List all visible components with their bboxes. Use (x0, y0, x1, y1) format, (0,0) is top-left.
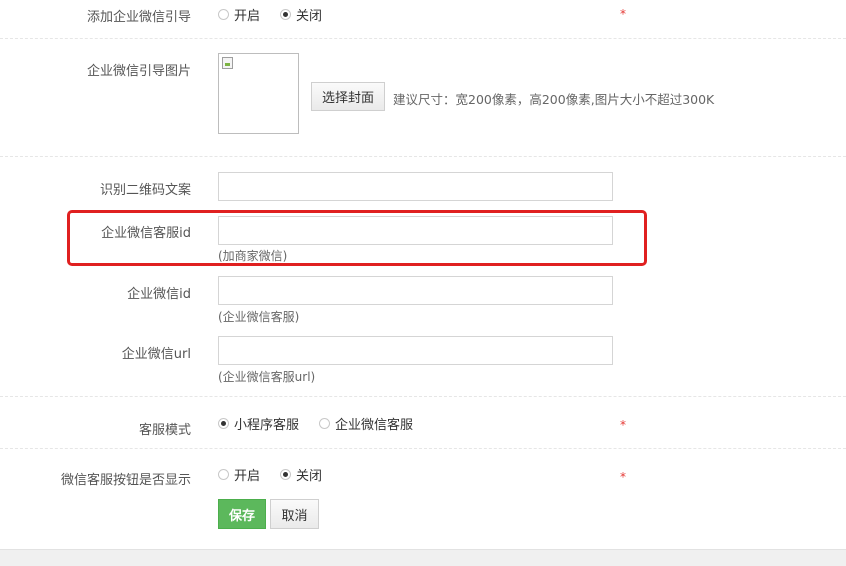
add-guide-radio-group: 开启 关闭 (218, 5, 342, 24)
wechat-url-label: 企业微信url (121, 347, 191, 362)
highlight-frame (67, 210, 647, 266)
show-button-off-radio[interactable] (280, 469, 292, 480)
save-button[interactable]: 保存 (218, 499, 266, 529)
qr-text-input[interactable] (218, 172, 613, 201)
show-button-on-radio[interactable] (218, 469, 229, 480)
guide-image-preview[interactable] (218, 53, 299, 134)
choose-cover-button[interactable]: 选择封面 (311, 82, 385, 111)
divider (0, 396, 846, 397)
wechat-id-input[interactable] (218, 276, 613, 305)
divider (0, 448, 846, 449)
service-mode-label: 客服模式 (138, 423, 191, 438)
enterprise-wechat-service-label[interactable]: 企业微信客服 (335, 414, 413, 433)
show-button-radio-group: 开启 关闭 (218, 465, 342, 484)
cancel-button[interactable]: 取消 (270, 499, 319, 529)
guide-image-size-hint: 建议尺寸：宽200像素，高200像素,图片大小不超过300K (393, 92, 715, 107)
show-button-on-label[interactable]: 开启 (234, 465, 260, 484)
service-mode-radio-group: 小程序客服 企业微信客服 (218, 414, 433, 433)
wechat-url-hint: (企业微信客服url) (218, 370, 316, 384)
divider (0, 38, 846, 39)
mini-program-service-radio[interactable] (218, 418, 229, 429)
broken-image-icon (222, 57, 233, 69)
add-guide-off-radio[interactable] (280, 9, 292, 20)
mini-program-service-label[interactable]: 小程序客服 (234, 414, 299, 433)
show-button-label: 微信客服按钮是否显示 (60, 473, 191, 488)
divider (0, 156, 846, 157)
add-guide-label: 添加企业微信引导 (86, 10, 191, 25)
enterprise-wechat-service-radio[interactable] (319, 418, 331, 429)
wechat-id-label: 企业微信id (127, 287, 191, 302)
wechat-id-hint: (企业微信客服) (218, 310, 300, 324)
show-button-required-mark: * (620, 470, 626, 484)
service-mode-required-mark: * (620, 418, 626, 432)
add-guide-on-radio[interactable] (218, 9, 229, 20)
show-button-off-label[interactable]: 关闭 (296, 465, 322, 484)
wechat-url-input[interactable] (218, 336, 613, 365)
add-guide-off-label[interactable]: 关闭 (296, 5, 322, 24)
guide-image-label: 企业微信引导图片 (86, 64, 191, 79)
add-guide-on-label[interactable]: 开启 (234, 5, 260, 24)
add-guide-required-mark: * (620, 7, 626, 21)
qr-text-label: 识别二维码文案 (99, 183, 191, 198)
page-footer-strip (0, 549, 846, 566)
